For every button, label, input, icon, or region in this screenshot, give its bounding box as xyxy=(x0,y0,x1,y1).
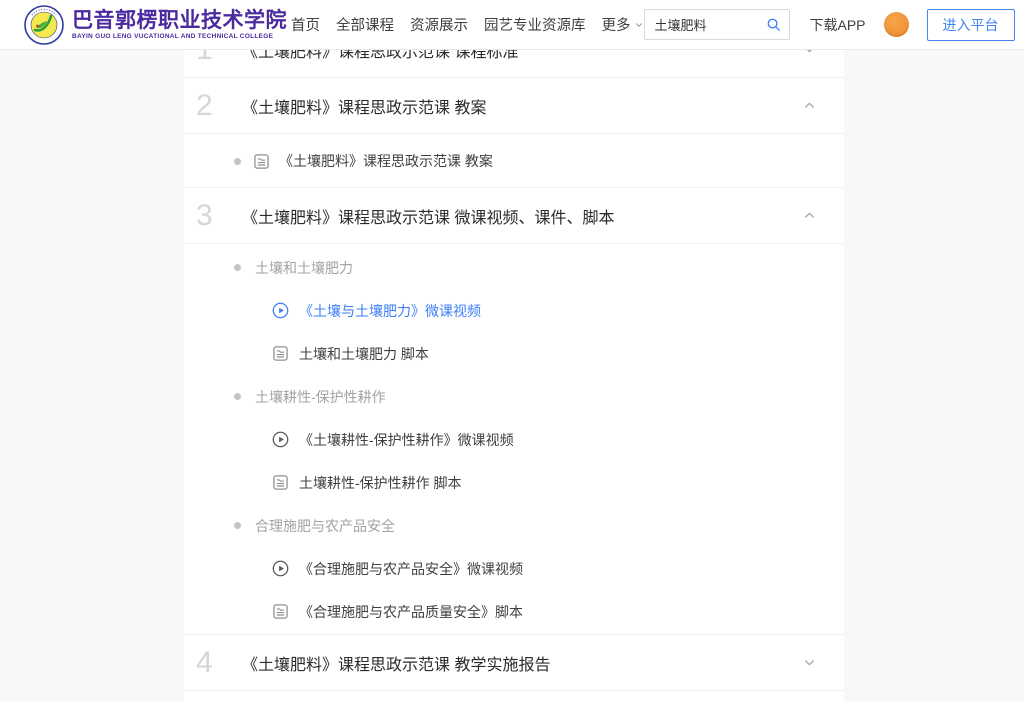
script-item-label: 土壤耕性-保护性耕作 脚本 xyxy=(299,474,462,491)
bullet-dot-icon xyxy=(234,393,241,400)
video-item-label: 《合理施肥与农产品安全》微课视频 xyxy=(299,560,523,577)
video-item-label: 《土壤耕性-保护性耕作》微课视频 xyxy=(299,431,514,448)
video-item[interactable]: 《土壤耕性-保护性耕作》微课视频 xyxy=(184,418,844,461)
play-video-icon xyxy=(272,560,289,577)
outline-section: 4 《土壤肥料》课程思政示范课 教学实施报告 xyxy=(184,635,844,691)
lesson-group-label: 合理施肥与农产品安全 xyxy=(255,517,395,534)
section-number: 4 xyxy=(196,645,213,679)
college-name-en: BAYIN GUO LENG VUCATIONAL AND TECHNICAL … xyxy=(72,33,274,41)
download-app-link[interactable]: 下载APP xyxy=(810,15,866,35)
video-item[interactable]: 《合理施肥与农产品安全》微课视频 xyxy=(184,547,844,590)
chevron-down-icon xyxy=(805,660,814,666)
section-title: 《土壤肥料》课程思政示范课 教案 xyxy=(242,99,487,117)
user-avatar[interactable] xyxy=(883,12,909,37)
nav-item-1[interactable]: 首页 xyxy=(291,14,320,35)
enter-platform-button[interactable]: 进入平台 xyxy=(926,8,1015,41)
section-header[interactable]: 2 《土壤肥料》课程思政示范课 教案 xyxy=(184,78,844,134)
attachment-label: 《土壤肥料》课程思政示范课 教案 xyxy=(279,153,493,169)
nav-item-3[interactable]: 资源展示 xyxy=(410,14,468,35)
script-doc-icon xyxy=(273,604,288,619)
nav-item-4[interactable]: 园艺专业资源库 xyxy=(484,14,586,35)
outline-section: 2 《土壤肥料》课程思政示范课 教案 《土壤肥料》课程思政示范课 教案 xyxy=(184,78,844,188)
video-item-label: 《土壤与土壤肥力》微课视频 xyxy=(299,302,481,319)
lesson-group-label-row: 土壤耕性-保护性耕作 xyxy=(184,375,844,418)
section-header[interactable]: 3 《土壤肥料》课程思政示范课 微课视频、课件、脚本 xyxy=(184,188,844,244)
site-header: 巴音郭楞职业技术学院 BAYIN GUO LENG VUCATIONAL AND… xyxy=(0,0,1024,50)
nav-item-2[interactable]: 全部课程 xyxy=(336,14,394,35)
section-number: 3 xyxy=(196,198,213,232)
video-item[interactable]: 《土壤与土壤肥力》微课视频 xyxy=(184,289,844,332)
section-number: 2 xyxy=(196,88,213,122)
nav-item-label: 首页 xyxy=(291,18,320,34)
nav-item-label: 更多 xyxy=(601,18,631,34)
script-doc-icon xyxy=(273,346,288,361)
chevron-down-icon xyxy=(635,22,642,27)
play-video-icon xyxy=(272,431,289,448)
play-video-icon xyxy=(272,302,289,319)
lesson-group-label: 土壤耕性-保护性耕作 xyxy=(255,388,386,405)
search-icon[interactable] xyxy=(766,17,781,32)
script-item[interactable]: 《合理施肥与农产品质量安全》脚本 xyxy=(184,590,844,633)
nav-item-5[interactable]: 更多 xyxy=(602,14,644,35)
nav-item-label: 全部课程 xyxy=(336,18,394,34)
main-nav: 首页 全部课程 资源展示 园艺专业资源库 更多 xyxy=(291,14,644,35)
college-logo-icon xyxy=(24,4,64,45)
attachment-item[interactable]: 《土壤肥料》课程思政示范课 教案 xyxy=(184,136,844,186)
chevron-up-icon xyxy=(805,212,814,218)
section-body: 《土壤肥料》课程思政示范课 教案 xyxy=(184,134,844,188)
script-doc-icon xyxy=(254,153,269,169)
nav-item-label: 资源展示 xyxy=(410,18,468,34)
script-item[interactable]: 土壤和土壤肥力 脚本 xyxy=(184,332,844,375)
outline-section: 3 《土壤肥料》课程思政示范课 微课视频、课件、脚本土壤和土壤肥力《土壤与土壤肥力… xyxy=(184,188,844,635)
lesson-group-label: 土壤和土壤肥力 xyxy=(255,259,353,276)
course-outline-card: 1《土壤肥料》课程思政示范课 课程标准2《土壤肥料》课程思政示范课 教案《土壤肥… xyxy=(184,22,844,702)
bullet-dot-icon xyxy=(234,264,241,271)
script-item-label: 土壤和土壤肥力 脚本 xyxy=(299,345,429,362)
section-body: 土壤和土壤肥力《土壤与土壤肥力》微课视频 土壤和土壤肥力 脚本土壤耕性-保护性耕作… xyxy=(184,244,844,635)
college-name-block: 巴音郭楞职业技术学院 BAYIN GUO LENG VUCATIONAL AND… xyxy=(72,9,287,40)
search-input[interactable] xyxy=(644,17,766,32)
section-header[interactable]: 4 《土壤肥料》课程思政示范课 教学实施报告 xyxy=(184,635,844,691)
bullet-dot-icon xyxy=(234,157,241,165)
nav-item-label: 园艺专业资源库 xyxy=(484,18,586,34)
college-name-cn: 巴音郭楞职业技术学院 xyxy=(72,8,287,32)
chevron-up-icon xyxy=(805,102,814,108)
script-doc-icon xyxy=(273,475,288,490)
script-item[interactable]: 土壤耕性-保护性耕作 脚本 xyxy=(184,461,844,504)
bullet-dot-icon xyxy=(234,522,241,529)
lesson-group-label-row: 土壤和土壤肥力 xyxy=(184,246,844,289)
lesson-group-label-row: 合理施肥与农产品安全 xyxy=(184,504,844,547)
script-item-label: 《合理施肥与农产品质量安全》脚本 xyxy=(299,603,523,620)
section-title: 《土壤肥料》课程思政示范课 微课视频、课件、脚本 xyxy=(242,209,615,227)
section-title: 《土壤肥料》课程思政示范课 教学实施报告 xyxy=(242,656,551,674)
search-box xyxy=(643,9,790,40)
